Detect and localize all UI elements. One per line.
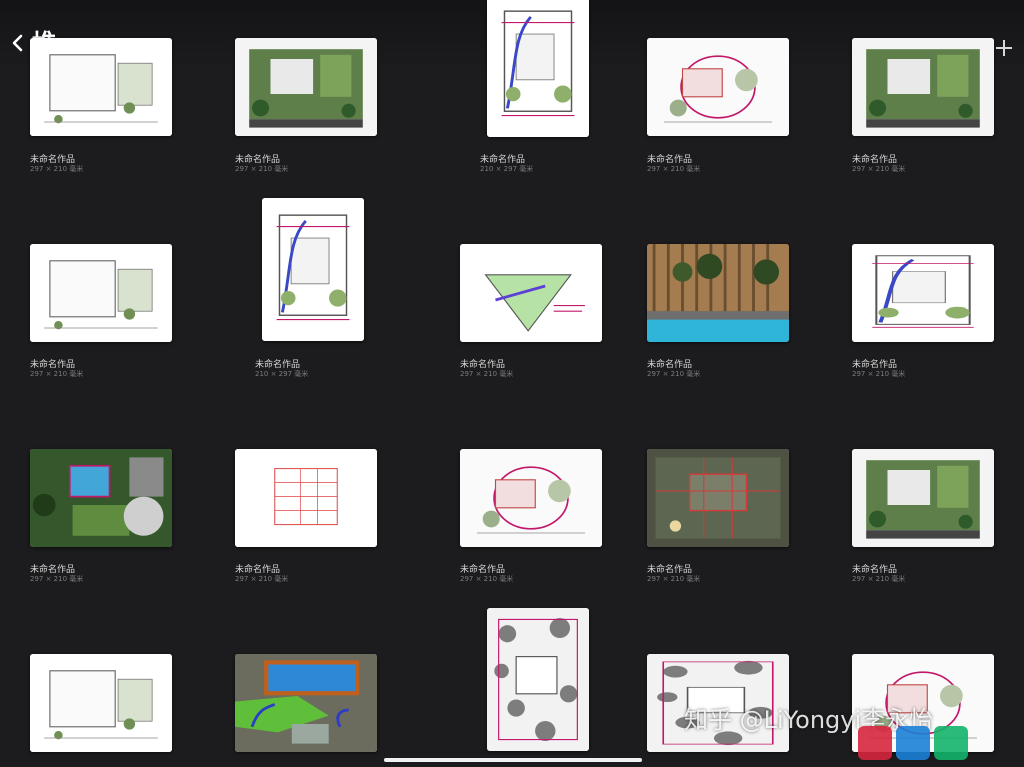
artwork-thumbnail[interactable]: [647, 449, 789, 547]
artwork-thumbnail[interactable]: [460, 449, 602, 547]
artwork-size: 297 × 210 毫米: [647, 370, 701, 378]
artwork-thumbnail[interactable]: [460, 244, 602, 342]
artwork-thumbnail[interactable]: [852, 449, 994, 547]
artwork-size: 297 × 210 毫米: [30, 370, 84, 378]
artwork-size: 297 × 210 毫米: [852, 370, 906, 378]
artwork-thumbnail[interactable]: [235, 654, 377, 752]
artwork-thumbnail[interactable]: [235, 38, 377, 136]
artwork-thumbnail[interactable]: [852, 38, 994, 136]
artwork-thumbnail[interactable]: [30, 654, 172, 752]
artwork-thumbnail[interactable]: [30, 38, 172, 136]
artwork-size: 297 × 210 毫米: [460, 575, 514, 583]
artwork-thumbnail[interactable]: [235, 449, 377, 547]
artwork-thumbnail[interactable]: [30, 244, 172, 342]
artwork-gallery: 未命名作品 297 × 210 毫米 未命名作品 297 × 210 毫米 未命名作…: [0, 0, 1024, 767]
artwork-thumbnail[interactable]: [262, 198, 364, 341]
artwork-thumbnail[interactable]: [30, 449, 172, 547]
artwork-size: 297 × 210 毫米: [30, 165, 84, 173]
artwork-size: 297 × 210 毫米: [235, 165, 289, 173]
artwork-thumbnail[interactable]: [487, 0, 589, 137]
artwork-thumbnail[interactable]: [852, 244, 994, 342]
artwork-size: 210 × 297 毫米: [480, 165, 534, 173]
watermark-logo: [858, 722, 1008, 764]
artwork-size: 297 × 210 毫米: [852, 165, 906, 173]
artwork-size: 297 × 210 毫米: [647, 165, 701, 173]
artwork-size: 210 × 297 毫米: [255, 370, 309, 378]
artwork-size: 297 × 210 毫米: [852, 575, 906, 583]
artwork-size: 297 × 210 毫米: [235, 575, 289, 583]
artwork-thumbnail[interactable]: [487, 608, 589, 751]
artwork-size: 297 × 210 毫米: [460, 370, 514, 378]
home-indicator[interactable]: [384, 758, 642, 762]
artwork-thumbnail[interactable]: [647, 38, 789, 136]
artwork-thumbnail[interactable]: [647, 244, 789, 342]
artwork-size: 297 × 210 毫米: [30, 575, 84, 583]
artwork-size: 297 × 210 毫米: [647, 575, 701, 583]
